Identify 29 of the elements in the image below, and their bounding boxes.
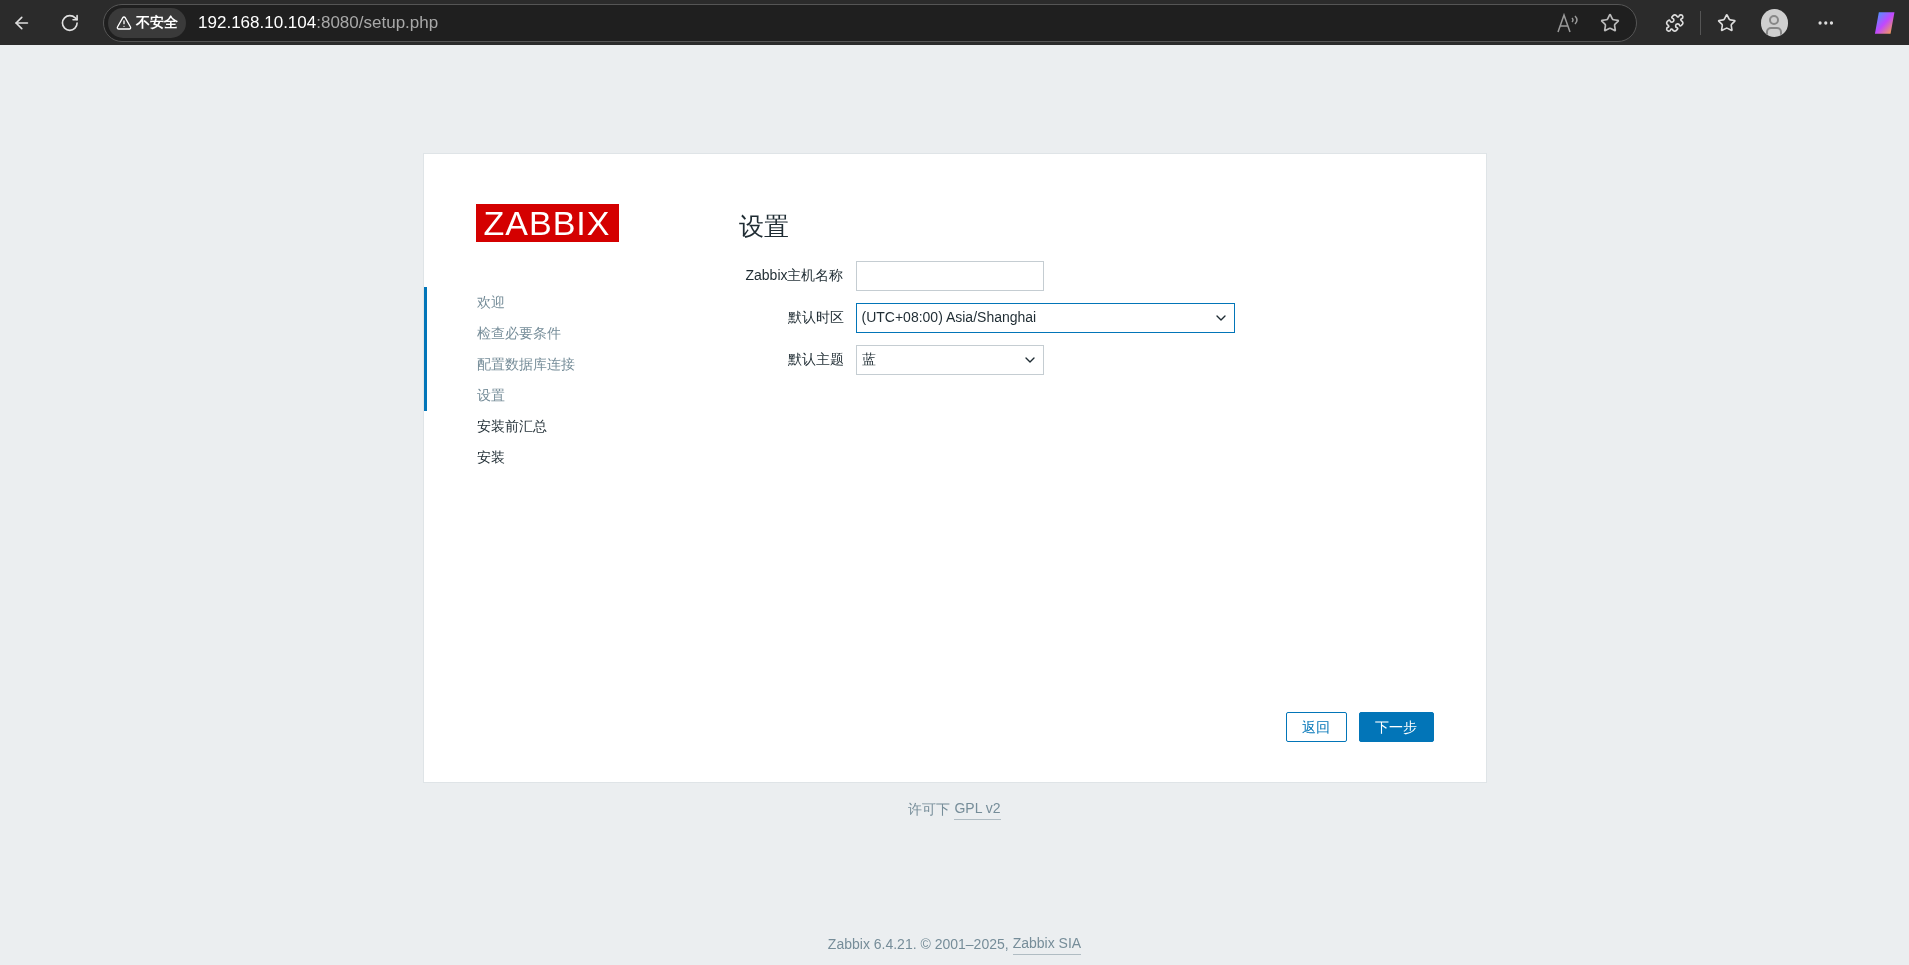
warning-icon xyxy=(116,14,133,31)
step-item: 检查必要条件 xyxy=(423,318,684,349)
profile-avatar[interactable] xyxy=(1760,8,1789,37)
address-bar[interactable]: 不安全 192.168.10.104:8080/setup.php xyxy=(103,3,1637,42)
step-item: 欢迎 xyxy=(423,287,684,318)
field-label: Zabbix主机名称 xyxy=(744,266,845,285)
step-item: 设置 xyxy=(423,380,684,411)
favorite-star-icon[interactable] xyxy=(1599,12,1620,33)
back-button[interactable]: 返回 xyxy=(1285,712,1347,742)
license-text: 许可下 xyxy=(908,799,951,819)
favorites-icon[interactable] xyxy=(1717,12,1737,33)
dropdown-select[interactable]: 蓝 xyxy=(855,344,1044,375)
field-label: 默认主题 xyxy=(786,350,845,369)
hostname-input[interactable] xyxy=(855,260,1044,291)
security-chip[interactable]: 不安全 xyxy=(108,7,187,38)
read-aloud-icon[interactable] xyxy=(1555,11,1580,34)
copyright-text: Zabbix 6.4.21. © 2001–2025, xyxy=(827,934,1009,954)
zabbix-logo: ZABBIX xyxy=(475,204,619,242)
reload-icon[interactable] xyxy=(59,12,80,33)
security-label: 不安全 xyxy=(136,13,179,32)
step-item: 安装 xyxy=(475,448,506,467)
next-button[interactable]: 下一步 xyxy=(1358,712,1434,742)
field-label: 默认时区 xyxy=(786,308,845,327)
step-item: 配置数据库连接 xyxy=(423,349,684,380)
step-item: 安装前汇总 xyxy=(475,417,548,436)
dropdown-select[interactable]: (UTC+08:00) Asia/Shanghai xyxy=(855,302,1235,333)
page-title: 设置 xyxy=(738,211,790,242)
url-text: 192.168.10.104:8080/setup.php xyxy=(198,11,439,34)
extensions-icon[interactable] xyxy=(1664,12,1685,33)
